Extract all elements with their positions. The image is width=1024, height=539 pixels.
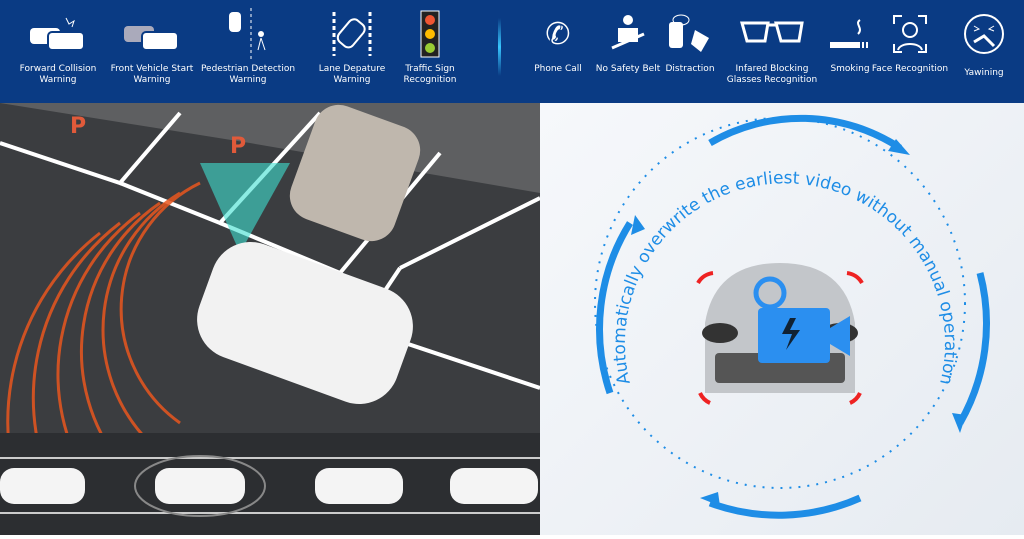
feature-front-vehicle: Front Vehicle Start Warning: [102, 10, 202, 86]
feature-yawning: Yawining: [934, 10, 1024, 79]
traffic-light-icon: [380, 10, 480, 58]
loop-recording-illustration: Automatically overwrite the earliest vid…: [540, 103, 1024, 535]
divider: [498, 18, 501, 76]
feature-forward-collision: Forward Collision Warning: [8, 10, 108, 86]
front-vehicle-start-icon: [102, 10, 202, 58]
parking-p-mark: P: [230, 134, 246, 159]
feature-banner: Forward Collision Warning Front Vehicle …: [0, 0, 1024, 103]
parking-radar-illustration: P P: [0, 103, 540, 535]
pedestrian-icon: [198, 8, 298, 60]
collision-cars-icon: [8, 10, 108, 58]
yawning-icon: [934, 10, 1024, 58]
parking-p-mark: P: [70, 114, 86, 139]
feature-pedestrian: Pedestrian Detection Warning: [198, 8, 298, 86]
feature-traffic-sign: Traffic Sign Recognition: [380, 10, 480, 86]
